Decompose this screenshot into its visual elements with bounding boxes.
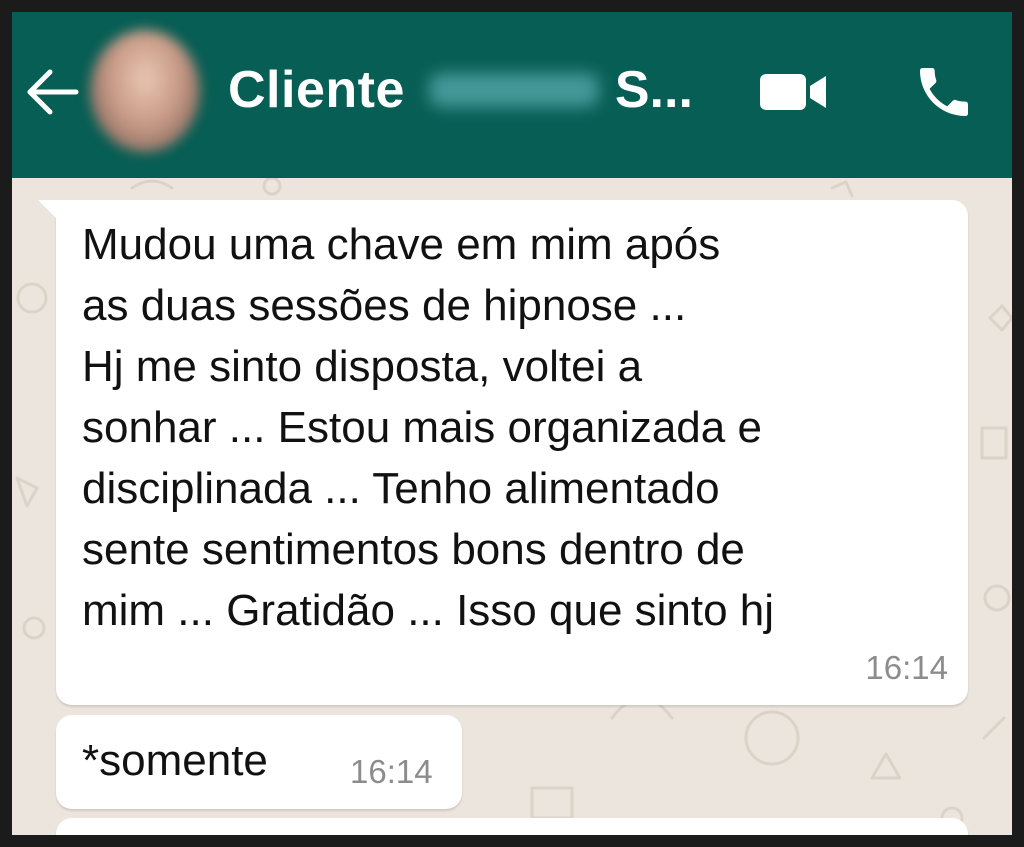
contact-name-suffix: S... (614, 61, 693, 119)
phone-icon[interactable] (912, 60, 976, 124)
chat-header: Cliente S... (12, 12, 1012, 178)
message-text: Mudou uma chave em mim após as duas sess… (82, 220, 775, 635)
chat-area[interactable]: Mudou uma chave em mim após as duas sess… (12, 178, 1012, 835)
contact-name[interactable]: Cliente S... (228, 60, 693, 120)
chat-screen: Cliente S... Mudou uma chave em mim após… (12, 12, 1012, 835)
back-arrow-icon[interactable] (22, 64, 82, 120)
message-time: 16:14 (350, 753, 433, 790)
contact-avatar[interactable] (90, 30, 200, 152)
message-text: *somente (82, 736, 268, 785)
message-tail (38, 200, 58, 220)
videocam-icon[interactable] (758, 68, 830, 116)
incoming-message-partial[interactable] (56, 818, 968, 835)
incoming-message[interactable]: Mudou uma chave em mim após as duas sess… (38, 200, 968, 705)
message-time: 16:14 (865, 649, 948, 686)
incoming-message[interactable]: *somente 16:14 (56, 715, 462, 809)
contact-name-label: Cliente (228, 61, 405, 119)
contact-name-redacted (428, 73, 599, 107)
